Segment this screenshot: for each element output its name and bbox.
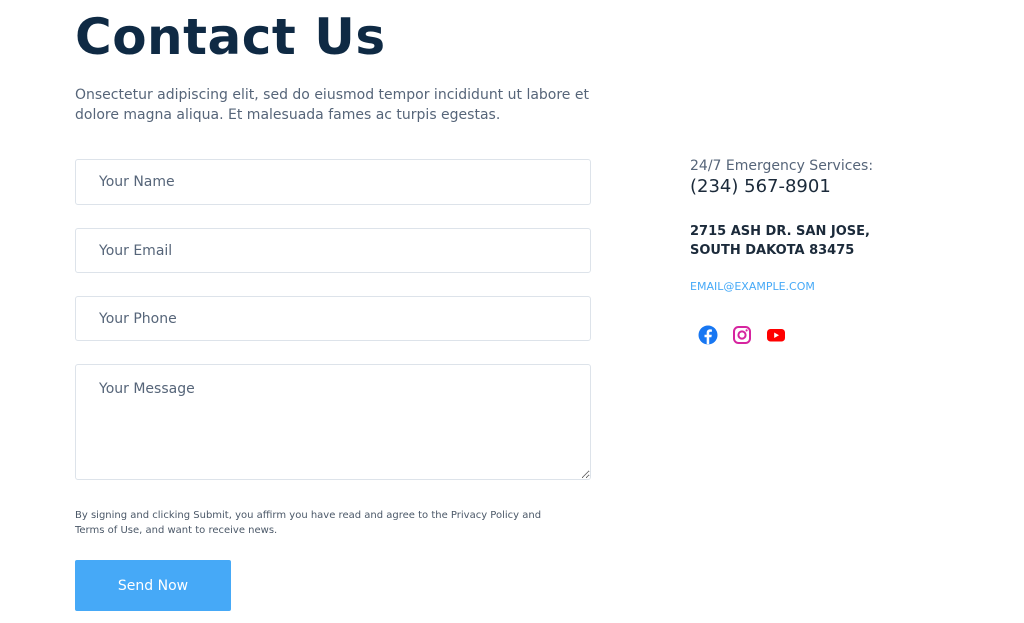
address: 2715 ASH DR. SAN JOSE, SOUTH DAKOTA 8347… <box>690 224 870 258</box>
message-textarea[interactable] <box>75 364 591 480</box>
legal-notice: By signing and clicking Submit, you affi… <box>75 510 542 536</box>
email-input[interactable] <box>75 228 591 273</box>
page-title: Contact Us <box>75 8 386 66</box>
intro-text: Onsectetur adipiscing elit, sed do eiusm… <box>75 87 589 123</box>
youtube-icon[interactable] <box>766 325 786 345</box>
emergency-label: 24/7 Emergency Services: <box>690 158 874 174</box>
social-links <box>698 325 786 345</box>
send-now-button[interactable]: Send Now <box>75 560 231 611</box>
facebook-icon[interactable] <box>698 325 718 345</box>
email-link[interactable]: EMAIL@EXAMPLE.COM <box>690 280 815 293</box>
phone-input[interactable] <box>75 296 591 341</box>
instagram-icon[interactable] <box>732 325 752 345</box>
name-input[interactable] <box>75 159 591 205</box>
emergency-phone: (234) 567-8901 <box>690 176 831 197</box>
